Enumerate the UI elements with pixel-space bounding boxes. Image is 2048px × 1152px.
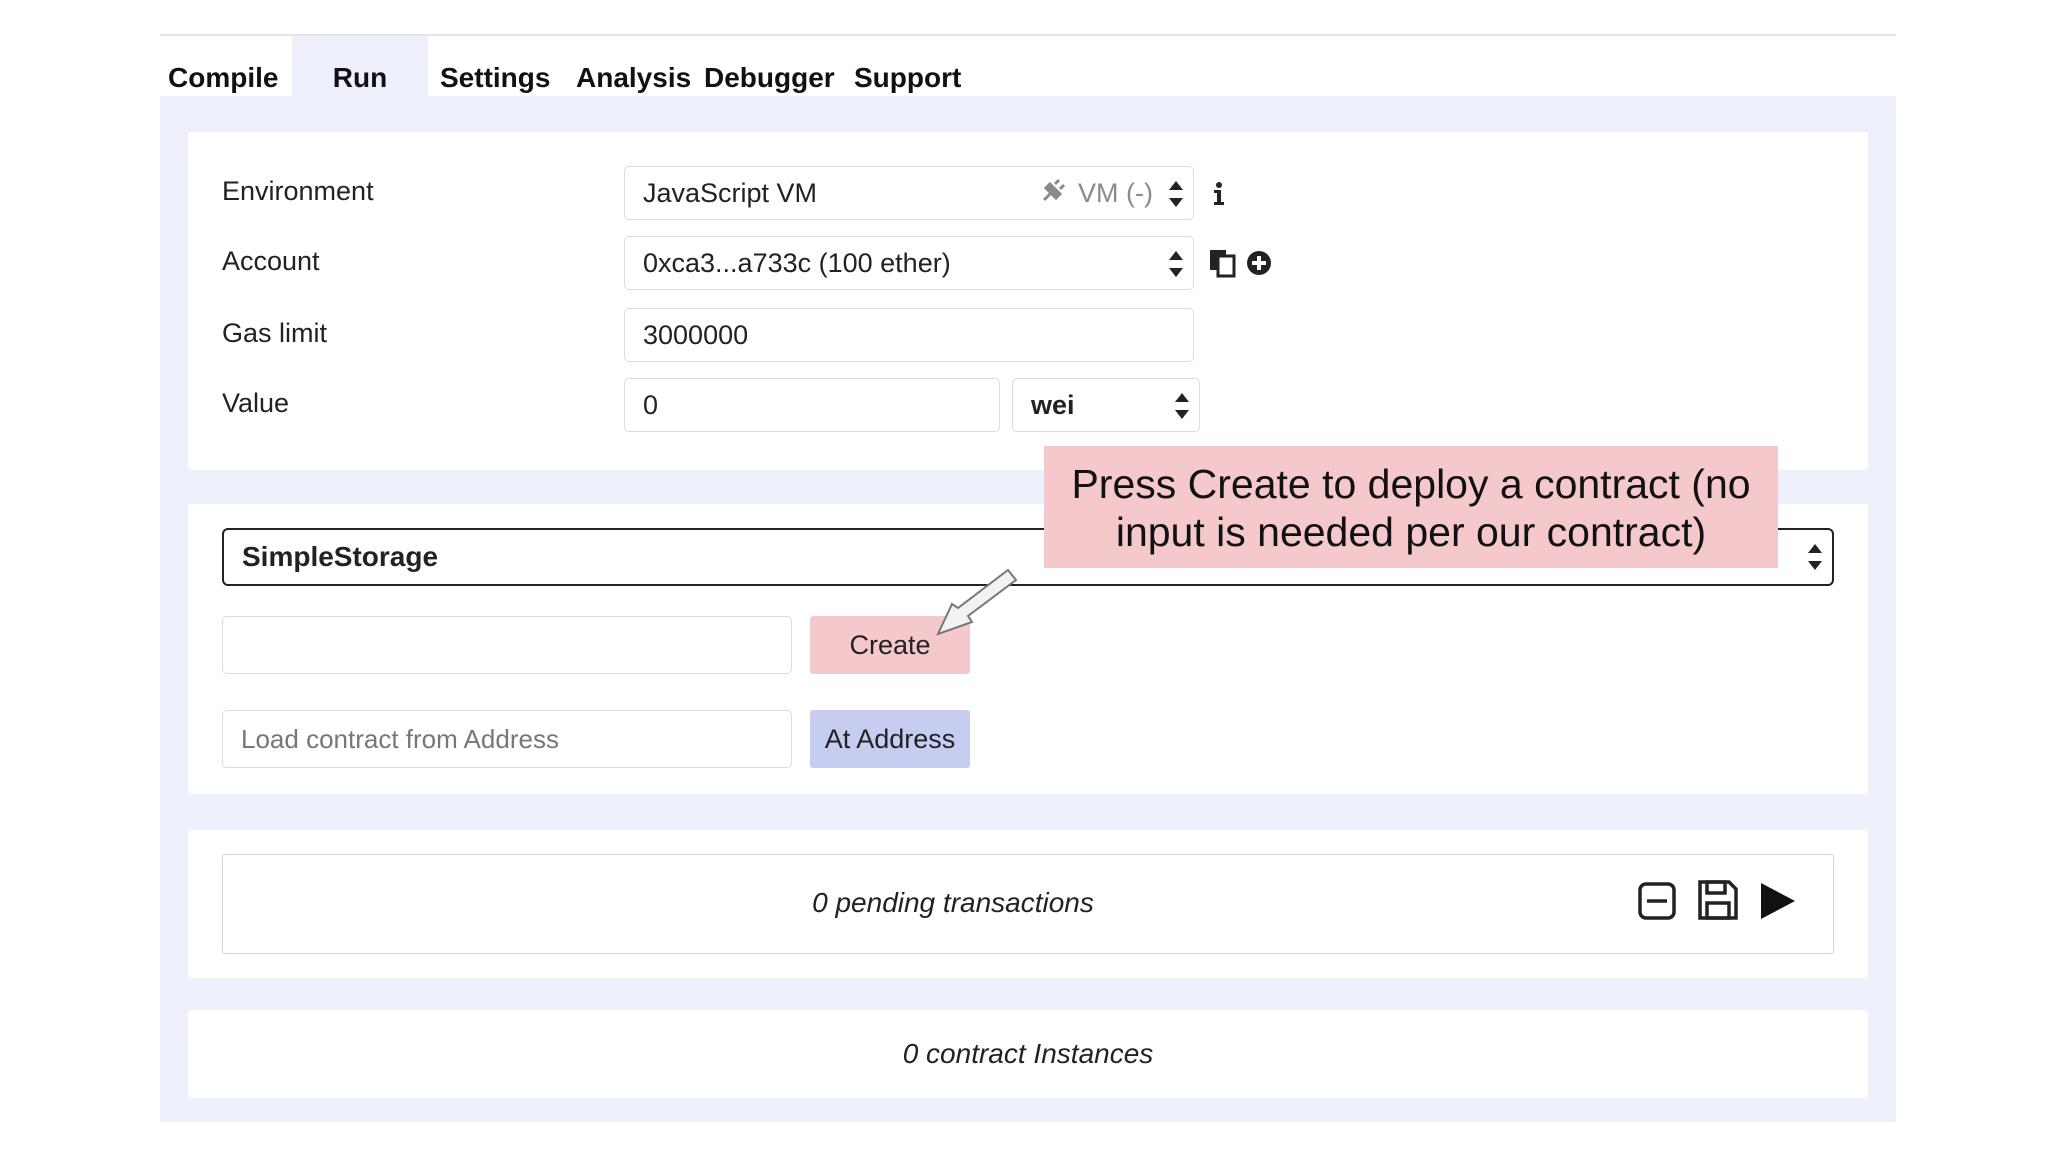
plus-circle-icon[interactable] <box>1246 250 1272 281</box>
gas-limit-input[interactable]: 3000000 <box>624 308 1194 362</box>
transactions-card: 0 pending transactions <box>188 830 1868 978</box>
settings-card: Environment JavaScript VM VM (-) Account… <box>188 132 1868 470</box>
dropdown-arrows-icon <box>1169 249 1183 279</box>
account-select[interactable]: 0xca3...a733c (100 ether) <box>624 236 1194 290</box>
environment-value: JavaScript VM <box>643 178 818 208</box>
tab-bar: Compile Run Settings Analysis Debugger S… <box>160 36 1896 96</box>
environment-label: Environment <box>222 176 374 206</box>
tab-compile[interactable]: Compile <box>168 36 288 96</box>
copy-icon[interactable] <box>1208 248 1238 283</box>
transactions-box: 0 pending transactions <box>222 854 1834 954</box>
dropdown-arrows-icon <box>1169 179 1183 209</box>
gas-limit-label: Gas limit <box>222 318 328 348</box>
account-value: 0xca3...a733c (100 ether) <box>643 248 951 278</box>
info-icon[interactable] <box>1212 182 1226 211</box>
contract-address-input[interactable]: Load contract from Address <box>222 710 792 768</box>
pending-transactions-text: 0 pending transactions <box>812 887 1094 918</box>
tab-settings[interactable]: Settings <box>440 36 550 96</box>
run-panel: Environment JavaScript VM VM (-) Account… <box>160 96 1896 1122</box>
plug-icon <box>1040 167 1068 219</box>
at-address-button[interactable]: At Address <box>810 710 970 768</box>
vm-status: VM (-) <box>1040 167 1153 219</box>
tab-run[interactable]: Run <box>292 36 428 96</box>
arrow-pointer-icon <box>934 568 1018 643</box>
instances-card: 0 contract Instances <box>188 1010 1868 1098</box>
contract-name: SimpleStorage <box>242 541 439 572</box>
value-unit-select[interactable]: wei <box>1012 378 1200 432</box>
contract-instances-text: 0 contract Instances <box>902 1038 1154 1069</box>
tab-debugger[interactable]: Debugger <box>704 36 835 96</box>
value-label: Value <box>222 388 290 418</box>
tab-analysis[interactable]: Analysis <box>576 36 691 96</box>
account-label: Account <box>222 246 320 276</box>
dropdown-arrows-icon <box>1175 391 1189 421</box>
annotation-callout: Press Create to deploy a contract (no in… <box>1044 446 1778 568</box>
value-unit: wei <box>1031 390 1075 420</box>
dropdown-arrows-icon <box>1808 542 1822 572</box>
create-args-input[interactable] <box>222 616 792 674</box>
play-icon[interactable] <box>1759 881 1797 926</box>
tab-support[interactable]: Support <box>854 36 961 96</box>
floppy-disk-icon[interactable] <box>1697 879 1739 926</box>
environment-select[interactable]: JavaScript VM VM (-) <box>624 166 1194 220</box>
value-input[interactable]: 0 <box>624 378 1000 432</box>
minus-square-icon[interactable] <box>1637 881 1677 926</box>
vm-status-text: VM (-) <box>1078 178 1153 208</box>
